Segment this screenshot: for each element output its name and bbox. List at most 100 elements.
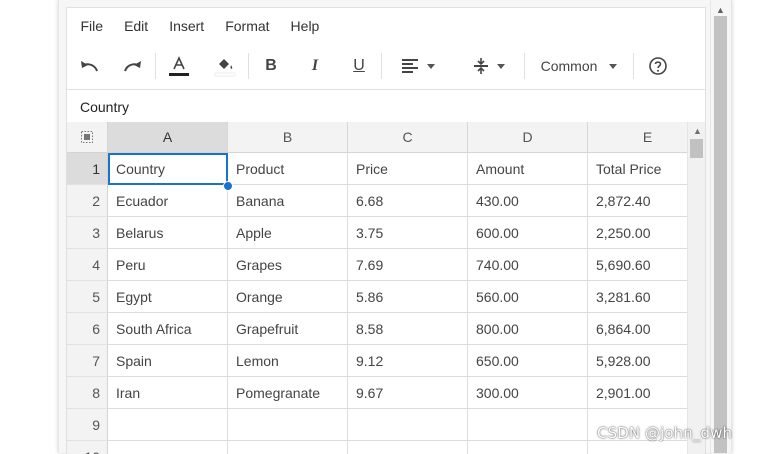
cell[interactable]: Egypt (108, 281, 228, 313)
cell[interactable]: 3.75 (348, 217, 468, 249)
text-color-button[interactable] (156, 50, 202, 82)
row-header[interactable]: 5 (67, 281, 108, 313)
toolbar: B I U Common (67, 49, 705, 83)
bold-button[interactable]: B (249, 50, 293, 82)
cell[interactable]: Apple (228, 217, 348, 249)
column-header[interactable]: A (108, 122, 228, 153)
row-header[interactable]: 4 (67, 249, 108, 281)
cell[interactable] (108, 409, 228, 441)
cell[interactable]: 9.12 (348, 345, 468, 377)
chevron-down-icon (497, 63, 505, 69)
row-header[interactable]: 6 (67, 313, 108, 345)
cell[interactable]: Grapes (228, 249, 348, 281)
fill-color-icon (214, 59, 236, 77)
number-format-select[interactable]: Common (525, 50, 633, 82)
cell[interactable]: Amount (468, 153, 588, 185)
cell[interactable] (348, 441, 468, 454)
italic-button[interactable]: I (293, 50, 337, 82)
cell[interactable] (468, 409, 588, 441)
underline-icon: U (353, 57, 365, 74)
cell[interactable]: Iran (108, 377, 228, 409)
number-format-value: Common (540, 58, 598, 74)
underline-button[interactable]: U (337, 50, 381, 82)
cell[interactable]: 430.00 (468, 185, 588, 217)
help-icon (649, 57, 667, 75)
cell[interactable]: 560.00 (468, 281, 588, 313)
align-icon (402, 59, 418, 73)
column-header[interactable]: D (468, 122, 588, 153)
menu-format[interactable]: Format (215, 18, 280, 34)
italic-icon: I (311, 57, 319, 74)
cell[interactable]: 5.86 (348, 281, 468, 313)
row-header[interactable]: 8 (67, 377, 108, 409)
undo-button[interactable] (67, 50, 111, 82)
select-all-corner[interactable] (67, 122, 108, 153)
text-color-icon (169, 56, 189, 76)
select-all-icon (81, 131, 93, 143)
cell[interactable]: Product (228, 153, 348, 185)
cell[interactable]: Lemon (228, 345, 348, 377)
cell[interactable]: 7.69 (348, 249, 468, 281)
cell[interactable]: Price (348, 153, 468, 185)
menu-file[interactable]: File (70, 18, 114, 34)
redo-button[interactable] (111, 50, 155, 82)
cell[interactable]: Banana (228, 185, 348, 217)
cell[interactable] (348, 409, 468, 441)
row-header[interactable]: 9 (67, 409, 108, 441)
redo-icon (124, 61, 141, 72)
valign-icon (474, 58, 488, 74)
chevron-down-icon (427, 63, 435, 69)
cell[interactable]: 300.00 (468, 377, 588, 409)
row-header[interactable]: 3 (67, 217, 108, 249)
valign-select[interactable] (454, 50, 524, 82)
cell[interactable] (228, 409, 348, 441)
row-header[interactable]: 10 (67, 441, 108, 454)
formula-bar-value: Country (80, 99, 130, 115)
grid-scrollbar[interactable]: ▲ (687, 122, 705, 454)
cell[interactable] (108, 441, 228, 454)
cell[interactable]: 6.68 (348, 185, 468, 217)
undo-icon (81, 61, 98, 72)
cell[interactable]: Orange (228, 281, 348, 313)
cell[interactable]: Peru (108, 249, 228, 281)
row-header[interactable]: 2 (67, 185, 108, 217)
scroll-up-icon[interactable]: ▲ (693, 126, 702, 136)
row-header[interactable]: 7 (67, 345, 108, 377)
cell[interactable] (228, 441, 348, 454)
menu-bar: File Edit Insert Format Help (67, 8, 705, 44)
row-header[interactable]: 1 (67, 153, 108, 185)
formula-bar[interactable]: Country (67, 89, 705, 124)
cell[interactable]: 650.00 (468, 345, 588, 377)
cell[interactable]: 8.58 (348, 313, 468, 345)
column-header[interactable]: B (228, 122, 348, 153)
cell[interactable]: 740.00 (468, 249, 588, 281)
cell[interactable]: Grapefruit (228, 313, 348, 345)
cell[interactable]: Spain (108, 345, 228, 377)
cell[interactable]: Belarus (108, 217, 228, 249)
align-select[interactable] (382, 50, 454, 82)
cell[interactable]: 600.00 (468, 217, 588, 249)
menu-insert[interactable]: Insert (159, 18, 215, 34)
bold-icon: B (265, 57, 277, 74)
spreadsheet-editor: File Edit Insert Format Help B I U Commo… (66, 7, 706, 454)
cell[interactable]: 9.67 (348, 377, 468, 409)
scrollbar-thumb[interactable] (714, 16, 727, 453)
spreadsheet-grid: A B C D E 1 Country Product Price Amount Total Pri… (67, 122, 705, 454)
cell[interactable]: Ecuador (108, 185, 228, 217)
column-header[interactable]: C (348, 122, 468, 153)
chevron-down-icon (609, 63, 618, 69)
cell[interactable] (468, 441, 588, 454)
cell[interactable]: Pomegranate (228, 377, 348, 409)
cell[interactable]: Country (108, 153, 228, 185)
menu-edit[interactable]: Edit (114, 18, 159, 34)
fill-color-button[interactable] (202, 50, 248, 82)
watermark: CSDN @john_dwh (597, 424, 733, 442)
menu-help[interactable]: Help (280, 18, 330, 34)
scrollbar-thumb[interactable] (690, 139, 703, 158)
window-scrollbar[interactable]: ▲ (710, 0, 730, 453)
cell[interactable]: South Africa (108, 313, 228, 345)
scroll-up-icon[interactable]: ▲ (716, 5, 725, 15)
help-button[interactable] (634, 50, 682, 82)
fill-handle[interactable] (223, 181, 233, 191)
cell[interactable]: 800.00 (468, 313, 588, 345)
